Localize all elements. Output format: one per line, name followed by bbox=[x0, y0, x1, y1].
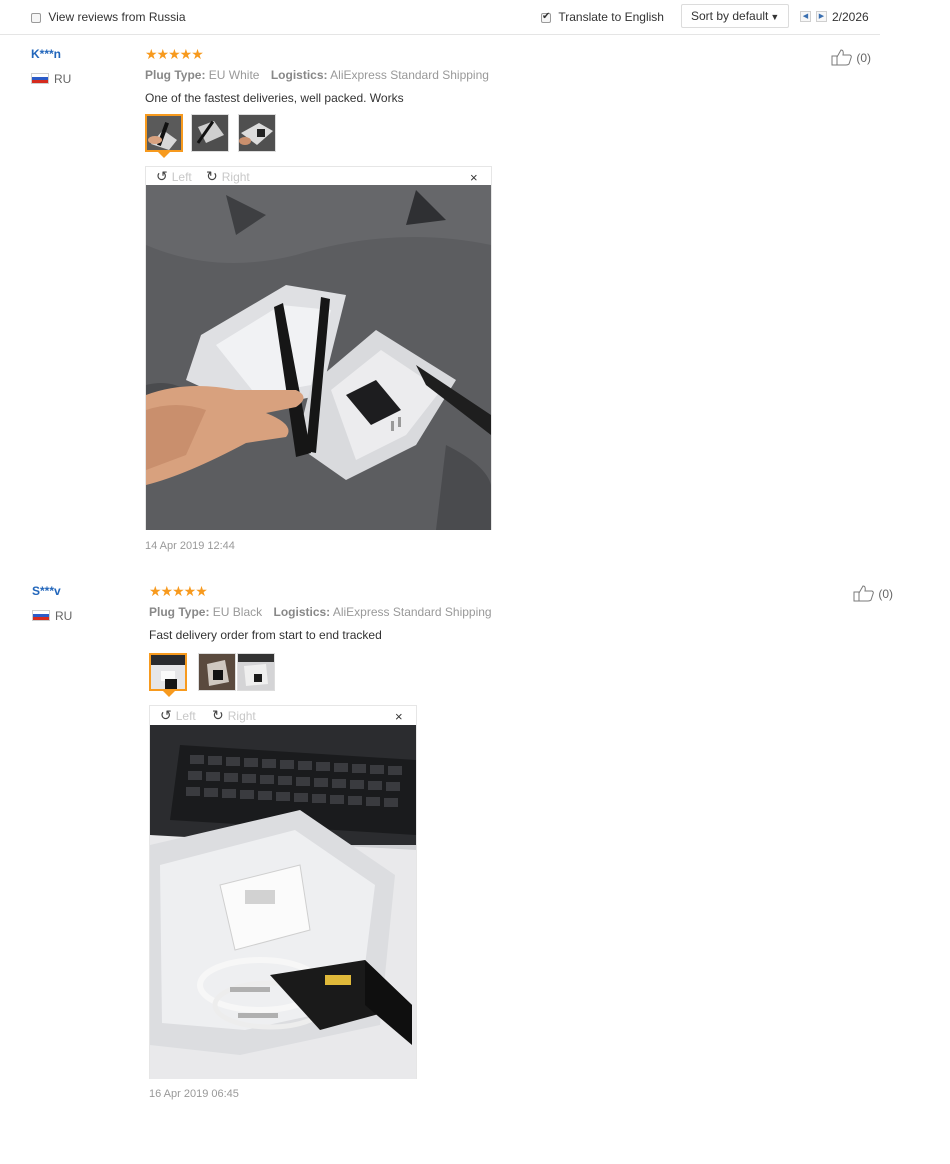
like-count: (0) bbox=[878, 587, 894, 601]
rotate-left-button[interactable]: ↺ Left bbox=[156, 168, 192, 185]
translate-checkbox[interactable]: Translate to English bbox=[541, 10, 664, 24]
checkbox-box-checked[interactable] bbox=[541, 11, 551, 23]
review-attributes: Plug Type: EU Black Logistics: AliExpres… bbox=[149, 605, 492, 619]
review-text: Fast delivery order from start to end tr… bbox=[149, 628, 382, 642]
like-count: (0) bbox=[856, 51, 872, 65]
plug-type-key: Plug Type: bbox=[145, 68, 206, 82]
star-rating: ★★★★★ bbox=[149, 583, 208, 599]
rotate-left-label: Left bbox=[175, 709, 196, 723]
review-thumbnail[interactable] bbox=[198, 653, 236, 691]
reviewer-country: RU bbox=[54, 72, 72, 86]
review-thumbnail[interactable] bbox=[238, 114, 276, 152]
thumbs-up-icon bbox=[853, 585, 878, 605]
review-photo bbox=[146, 185, 491, 530]
prev-page-icon[interactable]: ◀ bbox=[800, 11, 811, 22]
chevron-down-icon: ▼ bbox=[770, 12, 780, 22]
russia-flag-icon bbox=[32, 610, 50, 621]
review-photo bbox=[150, 725, 416, 1079]
image-viewer: ↺ Left ↻ Right × bbox=[149, 705, 417, 1079]
russia-flag-icon bbox=[31, 73, 49, 84]
logistics-key: Logistics: bbox=[270, 68, 328, 82]
rotate-left-button[interactable]: ↺ Left bbox=[160, 707, 196, 724]
review-date: 16 Apr 2019 06:45 bbox=[149, 1088, 239, 1100]
helpful-button[interactable]: (0) bbox=[831, 49, 871, 69]
translate-label[interactable]: Translate to English bbox=[558, 10, 664, 24]
rotate-right-button[interactable]: ↻ Right bbox=[206, 168, 250, 185]
page-indicator: 2/2026 bbox=[832, 10, 869, 24]
close-icon[interactable]: × bbox=[470, 170, 478, 185]
reviewer-country: RU bbox=[55, 609, 73, 623]
view-russia-checkbox[interactable]: View reviews from Russia bbox=[31, 10, 186, 24]
viewer-toolbar: ↺ Left ↻ Right × bbox=[146, 167, 491, 185]
plug-type-key: Plug Type: bbox=[149, 605, 210, 619]
sort-dropdown[interactable]: Sort by default ▼ bbox=[681, 4, 789, 28]
logistics-value: AliExpress Standard Shipping bbox=[330, 68, 489, 82]
sort-label: Sort by default bbox=[691, 9, 769, 23]
review-item: K***n RU ★★★★★ Plug Type: EU White Logis… bbox=[0, 36, 900, 566]
review-thumbnail[interactable] bbox=[149, 653, 187, 691]
review-text: One of the fastest deliveries, well pack… bbox=[145, 91, 404, 105]
logistics-value: AliExpress Standard Shipping bbox=[332, 605, 492, 619]
thumbnail-pointer-icon bbox=[158, 152, 170, 158]
view-russia-label[interactable]: View reviews from Russia bbox=[48, 10, 185, 24]
rotate-left-icon: ↺ bbox=[160, 707, 172, 723]
close-icon[interactable]: × bbox=[395, 709, 403, 724]
rotate-right-button[interactable]: ↻ Right bbox=[212, 707, 256, 724]
review-thumbnail[interactable] bbox=[237, 653, 275, 691]
reviews-toolbar: View reviews from Russia Translate to En… bbox=[0, 0, 880, 35]
review-date: 14 Apr 2019 12:44 bbox=[145, 540, 235, 552]
reviewer-name[interactable]: S***v bbox=[32, 584, 61, 598]
logistics-key: Logistics: bbox=[273, 605, 331, 619]
review-item: S***v RU ★★★★★ Plug Type: EU Black Logis… bbox=[0, 573, 900, 1113]
thumbnail-pointer-icon bbox=[163, 691, 175, 697]
review-thumbnail[interactable] bbox=[145, 114, 183, 152]
thumbs-up-icon bbox=[831, 49, 856, 69]
rotate-left-icon: ↺ bbox=[156, 168, 168, 184]
checkbox-box[interactable] bbox=[31, 12, 41, 23]
plug-type-value: EU Black bbox=[212, 605, 263, 619]
image-viewer: ↺ Left ↻ Right × bbox=[145, 166, 492, 530]
review-attributes: Plug Type: EU White Logistics: AliExpres… bbox=[145, 68, 489, 82]
next-page-icon[interactable]: ▶ bbox=[816, 11, 827, 22]
rotate-right-icon: ↻ bbox=[212, 707, 224, 723]
plug-type-value: EU White bbox=[208, 68, 260, 82]
rotate-right-icon: ↻ bbox=[206, 168, 218, 184]
reviewer-name[interactable]: K***n bbox=[31, 47, 61, 61]
viewer-toolbar: ↺ Left ↻ Right × bbox=[150, 706, 416, 724]
review-thumbnail[interactable] bbox=[191, 114, 229, 152]
helpful-button[interactable]: (0) bbox=[853, 585, 893, 605]
rotate-right-label: Right bbox=[227, 709, 256, 723]
rotate-right-label: Right bbox=[221, 170, 250, 184]
star-rating: ★★★★★ bbox=[145, 46, 204, 62]
rotate-left-label: Left bbox=[171, 170, 192, 184]
